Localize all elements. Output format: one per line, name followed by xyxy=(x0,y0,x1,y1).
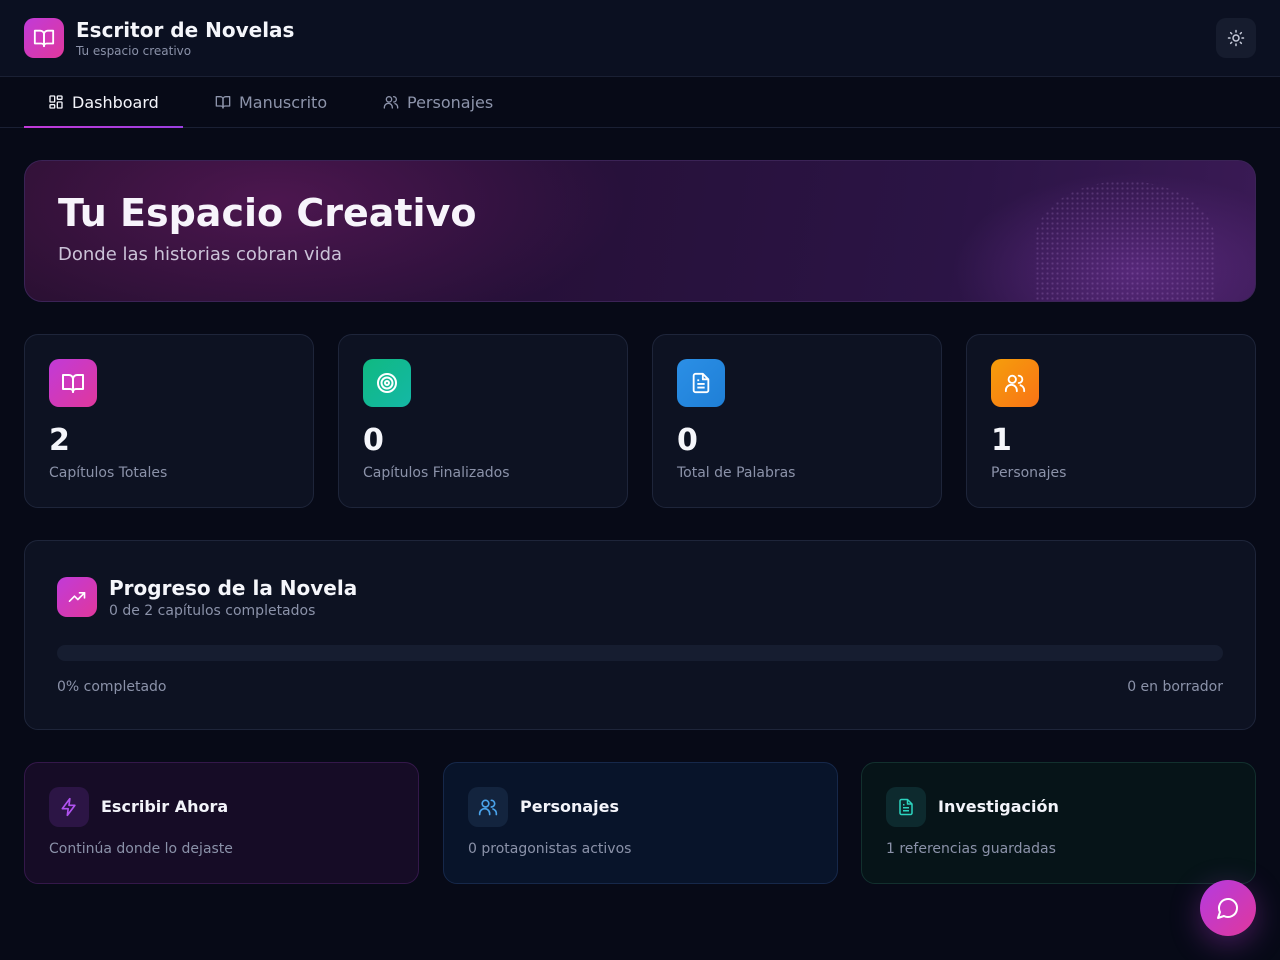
chat-button[interactable] xyxy=(1200,880,1256,936)
hero-decoration xyxy=(1035,181,1215,301)
quick-action-title: Escribir Ahora xyxy=(101,797,229,816)
stat-card-total-words: 0 Total de Palabras xyxy=(652,334,942,508)
users-icon xyxy=(383,94,399,110)
progress-title: Progreso de la Novela xyxy=(109,576,358,600)
target-icon xyxy=(363,359,411,407)
stat-value: 0 xyxy=(363,423,384,458)
stat-value: 2 xyxy=(49,423,70,458)
tab-label: Personajes xyxy=(407,92,494,112)
lightning-icon xyxy=(49,787,89,827)
sun-icon xyxy=(1227,29,1245,47)
stat-label: Personajes xyxy=(991,465,1067,481)
hero-title: Tu Espacio Creativo xyxy=(58,191,477,235)
book-open-icon xyxy=(24,18,64,58)
app-header: Escritor de Novelas Tu espacio creativo xyxy=(0,0,1280,77)
book-open-icon xyxy=(215,94,231,110)
users-icon xyxy=(991,359,1039,407)
stat-label: Total de Palabras xyxy=(677,465,796,481)
quick-action-desc: 1 referencias guardadas xyxy=(886,841,1056,857)
users-icon xyxy=(468,787,508,827)
hero-subtitle: Donde las historias cobran vida xyxy=(58,244,343,265)
quick-action-title: Personajes xyxy=(520,797,620,816)
theme-toggle-button[interactable] xyxy=(1216,18,1256,58)
tab-label: Dashboard xyxy=(72,92,159,112)
quick-action-desc: Continúa donde lo dejaste xyxy=(49,841,233,857)
stat-card-finished-chapters: 0 Capítulos Finalizados xyxy=(338,334,628,508)
tab-manuscrito[interactable]: Manuscrito xyxy=(191,77,351,127)
file-text-icon xyxy=(677,359,725,407)
tab-bar: Dashboard Manuscrito Personajes xyxy=(0,77,1280,128)
stat-value: 1 xyxy=(991,423,1012,458)
book-open-icon xyxy=(49,359,97,407)
quick-action-desc: 0 protagonistas activos xyxy=(468,841,632,857)
app-subtitle: Tu espacio creativo xyxy=(76,44,192,58)
quick-action-write-now[interactable]: Escribir Ahora Continúa donde lo dejaste xyxy=(24,762,419,884)
stat-card-total-chapters: 2 Capítulos Totales xyxy=(24,334,314,508)
stat-value: 0 xyxy=(677,423,698,458)
file-text-icon xyxy=(886,787,926,827)
progress-subtitle: 0 de 2 capítulos completados xyxy=(109,603,316,619)
progress-percent-label: 0% completado xyxy=(57,679,167,695)
chat-bubble-icon xyxy=(1216,896,1240,920)
novel-progress-card: Progreso de la Novela 0 de 2 capítulos c… xyxy=(24,540,1256,730)
app-title: Escritor de Novelas xyxy=(76,18,295,42)
dashboard-icon xyxy=(48,94,64,110)
tab-label: Manuscrito xyxy=(239,92,328,112)
stat-label: Capítulos Finalizados xyxy=(363,465,510,481)
stat-card-characters: 1 Personajes xyxy=(966,334,1256,508)
trending-up-icon xyxy=(57,577,97,617)
quick-action-research[interactable]: Investigación 1 referencias guardadas xyxy=(861,762,1256,884)
stat-label: Capítulos Totales xyxy=(49,465,168,481)
tab-personajes[interactable]: Personajes xyxy=(359,77,517,127)
quick-action-characters[interactable]: Personajes 0 protagonistas activos xyxy=(443,762,838,884)
progress-draft-label: 0 en borrador xyxy=(1127,679,1223,695)
progress-bar xyxy=(57,645,1223,661)
hero-banner: Tu Espacio Creativo Donde las historias … xyxy=(24,160,1256,302)
tab-dashboard[interactable]: Dashboard xyxy=(24,77,183,128)
quick-action-title: Investigación xyxy=(938,797,1059,816)
